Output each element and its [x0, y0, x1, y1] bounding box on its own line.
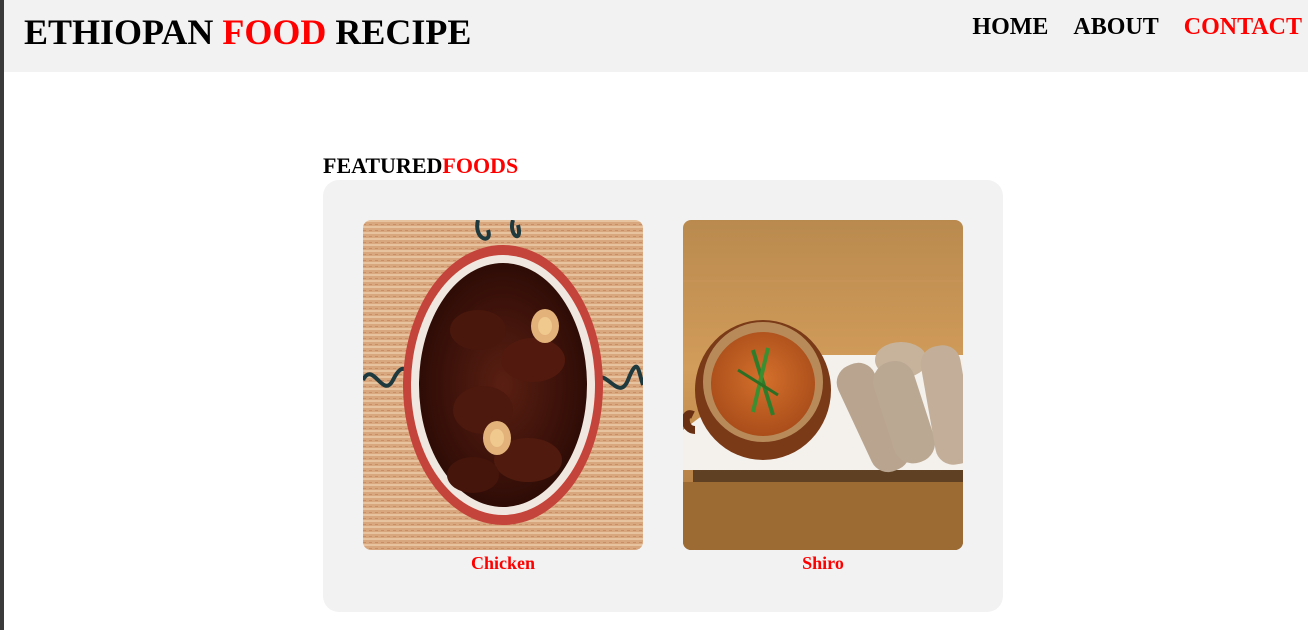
- site-logo[interactable]: ETHIOPAN FOOD RECIPE: [24, 12, 471, 52]
- food-card-chicken[interactable]: Chicken: [363, 220, 643, 574]
- nav-home-link[interactable]: HOME: [972, 12, 1048, 42]
- food-card-shiro[interactable]: Shiro: [683, 220, 963, 574]
- food-name-shiro[interactable]: Shiro: [683, 552, 963, 574]
- main-nav: HOME ABOUT CONTACT: [947, 12, 1302, 42]
- chicken-food-image[interactable]: [363, 220, 643, 550]
- featured-title-1: FEATURED: [323, 153, 443, 178]
- nav-contact-link[interactable]: CONTACT: [1184, 12, 1302, 42]
- featured-foods-panel: Chicken Shiro: [323, 180, 1003, 612]
- site-header: ETHIOPAN FOOD RECIPE HOME ABOUT CONTACT: [4, 0, 1308, 72]
- featured-section-title: FEATUREDFOODS: [323, 152, 518, 180]
- featured-title-accent: FOODS: [442, 153, 519, 178]
- nav-about-link[interactable]: ABOUT: [1073, 12, 1158, 42]
- food-name-chicken[interactable]: Chicken: [363, 552, 643, 574]
- window-edge: [0, 0, 4, 630]
- shiro-food-image[interactable]: [683, 220, 963, 550]
- logo-text-1: ETHIOPAN: [24, 12, 223, 52]
- logo-text-accent: FOOD: [222, 12, 327, 52]
- logo-text-3: RECIPE: [326, 12, 472, 52]
